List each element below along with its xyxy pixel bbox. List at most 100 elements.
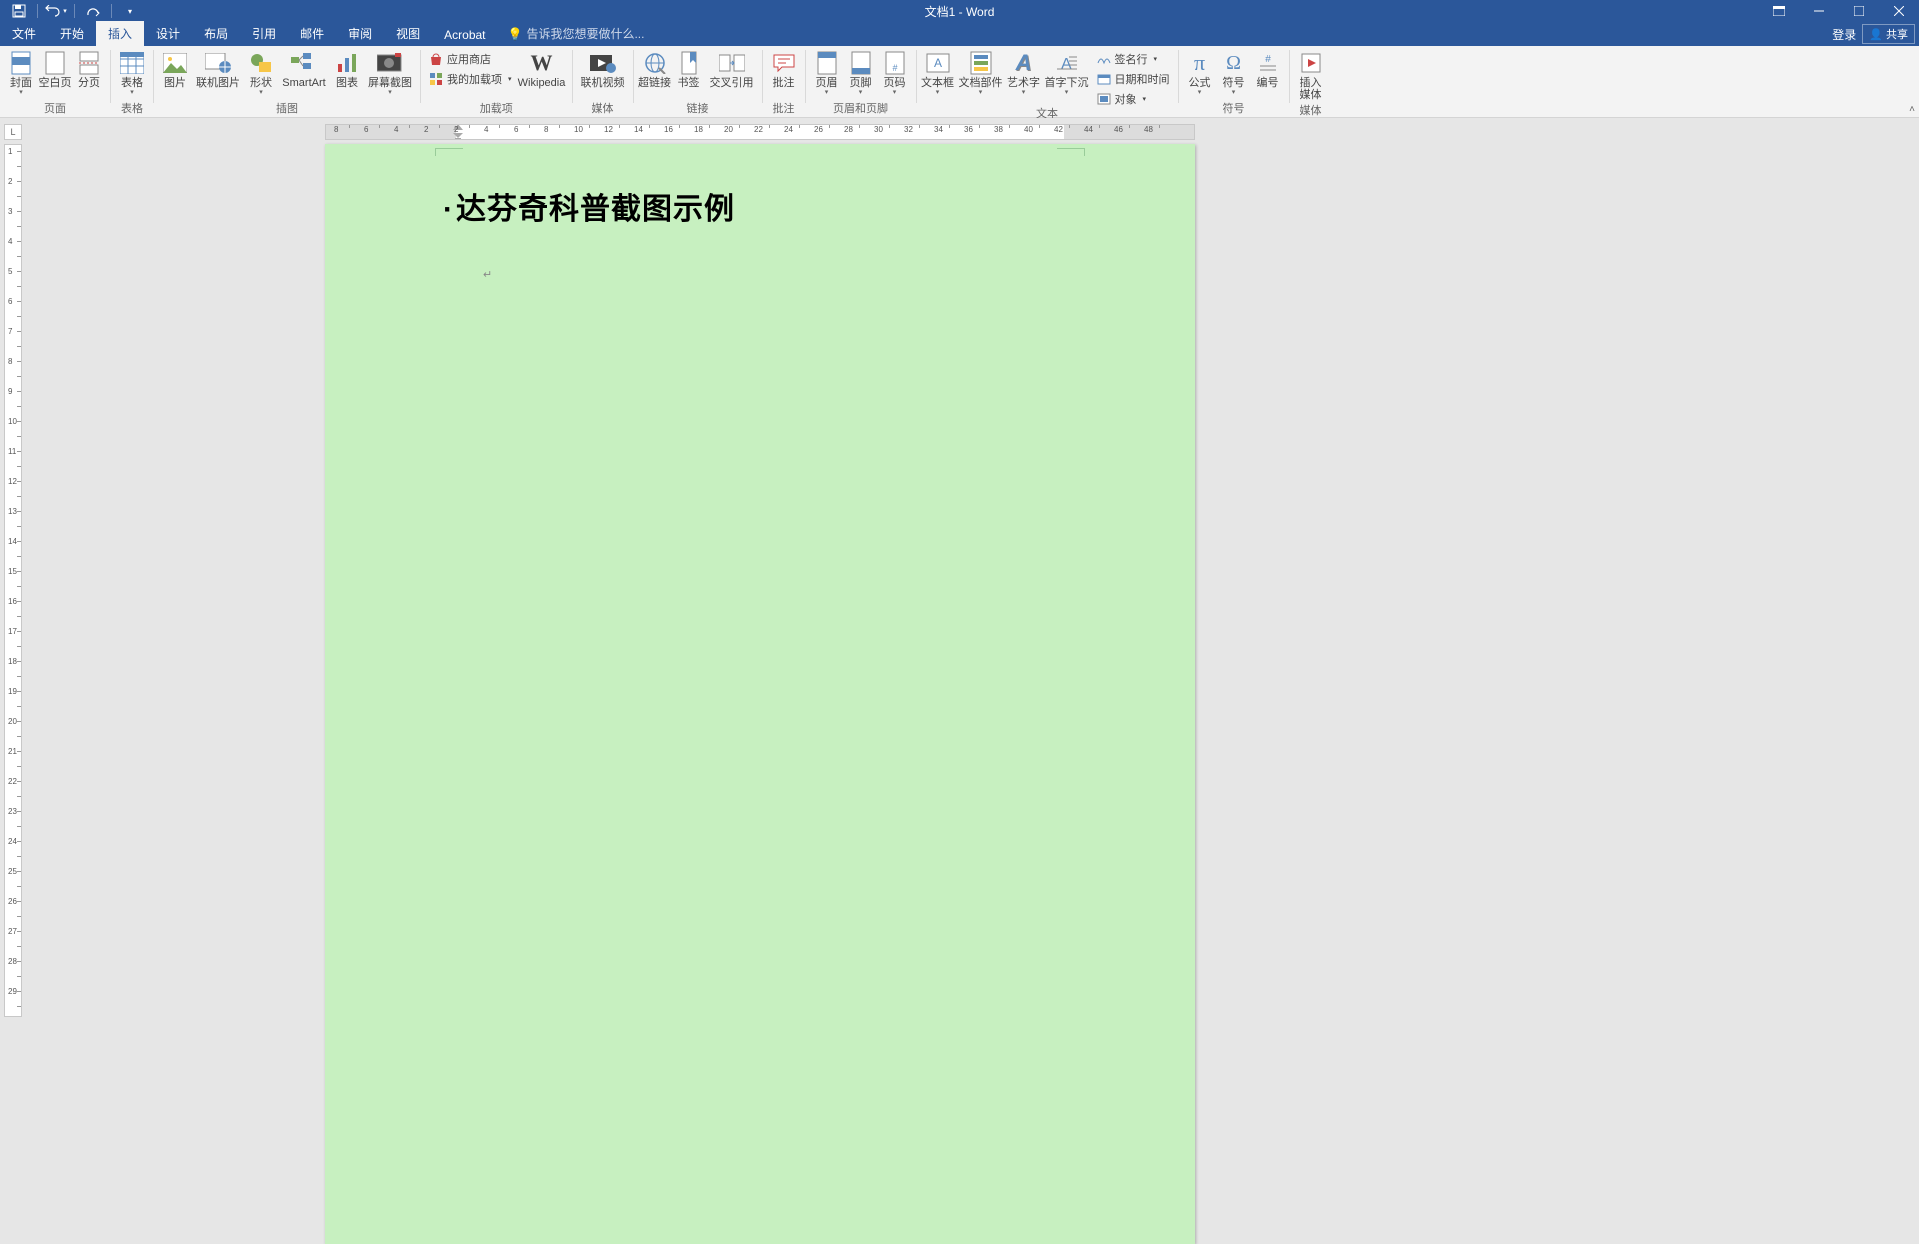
svg-text:#: #: [892, 63, 897, 73]
symbol-button[interactable]: Ω符号▾: [1217, 48, 1251, 96]
textbox-button[interactable]: A文本框▾: [921, 48, 955, 96]
quick-parts-button[interactable]: 文档部件▾: [955, 48, 1007, 96]
crossref-button[interactable]: 交叉引用: [706, 48, 758, 89]
maximize-button[interactable]: [1839, 0, 1879, 22]
dropcap-button[interactable]: A首字下沉▾: [1041, 48, 1093, 96]
margin-guide-top-left: [435, 148, 463, 156]
header-button[interactable]: 页眉▾: [810, 48, 844, 96]
ribbon: 封面▾ 空白页 分页 页面 表格▾ 表格 图片 联机图片 形状▾ SmartAr…: [0, 46, 1919, 118]
workspace: L 86422468101214161820222426283032343638…: [0, 118, 1919, 1017]
share-button[interactable]: 👤 共享: [1862, 24, 1915, 44]
lightbulb-icon: 💡: [508, 27, 523, 41]
addins-icon: [429, 72, 443, 86]
group-label-pages: 页面: [44, 99, 66, 117]
footer-button[interactable]: 页脚▾: [844, 48, 878, 96]
group-pages: 封面▾ 空白页 分页 页面: [0, 46, 110, 117]
tab-引用[interactable]: 引用: [240, 21, 288, 46]
tab-邮件[interactable]: 邮件: [288, 21, 336, 46]
bookmark-button[interactable]: 书签: [672, 48, 706, 89]
minimize-button[interactable]: [1799, 0, 1839, 22]
page-break-button[interactable]: 分页: [72, 48, 106, 89]
tab-设计[interactable]: 设计: [144, 21, 192, 46]
group-addins: 应用商店 我的加载项▾ WWikipedia 加载项: [421, 46, 572, 117]
ribbon-display-options[interactable]: [1759, 0, 1799, 22]
signature-button[interactable]: 签名行▾: [1097, 50, 1170, 68]
page-number-button[interactable]: #页码▾: [878, 48, 912, 96]
datetime-button[interactable]: 日期和时间: [1097, 70, 1170, 88]
group-symbols: π公式▾ Ω符号▾ #编号 符号: [1179, 46, 1289, 117]
margin-guide-top-right: [1057, 148, 1085, 156]
tab-审阅[interactable]: 审阅: [336, 21, 384, 46]
group-label-embed: 媒体: [1300, 101, 1322, 119]
group-comments: 批注 批注: [763, 46, 805, 117]
smartart-button[interactable]: SmartArt: [278, 48, 330, 89]
group-label-hf: 页眉和页脚: [833, 99, 888, 117]
wordart-button[interactable]: A艺术字▾: [1007, 48, 1041, 96]
insert-media-button[interactable]: 插入媒体: [1294, 48, 1328, 101]
group-links: 超链接 书签 交叉引用 链接: [634, 46, 762, 117]
number-button[interactable]: #编号: [1251, 48, 1285, 89]
tab-selector[interactable]: L: [4, 124, 22, 140]
quick-access-toolbar: ▾ ▾: [0, 1, 141, 21]
person-icon: 👤: [1869, 28, 1883, 41]
redo-button[interactable]: [82, 1, 104, 21]
group-tables: 表格▾ 表格: [111, 46, 153, 117]
cover-page-button[interactable]: 封面▾: [4, 48, 38, 96]
group-label-comments: 批注: [773, 99, 795, 117]
group-label-symbols: 符号: [1223, 99, 1245, 117]
group-embed: 插入媒体 媒体: [1290, 46, 1332, 117]
comment-button[interactable]: 批注: [767, 48, 801, 89]
undo-button[interactable]: ▾: [45, 1, 67, 21]
tab-视图[interactable]: 视图: [384, 21, 432, 46]
vertical-ruler[interactable]: 1234567891011121314151617181920212223242…: [4, 144, 22, 1017]
window-title: 文档1 - Word: [925, 3, 995, 20]
svg-text:A: A: [934, 56, 942, 70]
ribbon-tabs: 文件开始插入设计布局引用邮件审阅视图Acrobat 💡 告诉我您想要做什么...…: [0, 22, 1919, 46]
group-media: 联机视频 媒体: [573, 46, 633, 117]
calendar-icon: [1097, 72, 1111, 86]
collapse-ribbon-button[interactable]: ˄: [1909, 104, 1915, 115]
group-label-links: 链接: [687, 99, 709, 117]
tab-Acrobat[interactable]: Acrobat: [432, 24, 497, 46]
blank-page-button[interactable]: 空白页: [38, 48, 72, 89]
tab-插入[interactable]: 插入: [96, 21, 144, 46]
tell-me-search[interactable]: 💡 告诉我您想要做什么...: [498, 21, 655, 46]
my-addins-button[interactable]: 我的加载项▾: [429, 70, 512, 88]
wikipedia-button[interactable]: WWikipedia: [516, 48, 568, 89]
table-button[interactable]: 表格▾: [115, 48, 149, 96]
horizontal-ruler[interactable]: 8642246810121416182022242628303234363840…: [325, 124, 1195, 140]
online-video-button[interactable]: 联机视频: [577, 48, 629, 89]
title-bar: ▾ ▾ 文档1 - Word: [0, 0, 1919, 22]
equation-button[interactable]: π公式▾: [1183, 48, 1217, 96]
document-heading[interactable]: 达芬奇科普截图示例: [443, 184, 1077, 228]
share-label: 共享: [1886, 26, 1908, 42]
svg-text:#: #: [1265, 54, 1271, 65]
document-page[interactable]: 达芬奇科普截图示例 ↵: [325, 144, 1195, 1244]
chart-button[interactable]: 图表: [330, 48, 364, 89]
close-button[interactable]: [1879, 0, 1919, 22]
group-label-addins: 加载项: [480, 99, 513, 117]
online-pictures-button[interactable]: 联机图片: [192, 48, 244, 89]
hyperlink-button[interactable]: 超链接: [638, 48, 672, 89]
store-button[interactable]: 应用商店: [429, 50, 512, 68]
group-label-media: 媒体: [592, 99, 614, 117]
signature-icon: [1097, 52, 1111, 66]
shapes-button[interactable]: 形状▾: [244, 48, 278, 96]
group-header-footer: 页眉▾ 页脚▾ #页码▾ 页眉和页脚: [806, 46, 916, 117]
tab-文件[interactable]: 文件: [0, 21, 48, 46]
group-text: A文本框▾ 文档部件▾ A艺术字▾ A首字下沉▾ 签名行▾ 日期和时间 对象▾ …: [917, 46, 1178, 117]
group-illustrations: 图片 联机图片 形状▾ SmartArt 图表 屏幕截图▾ 插图: [154, 46, 420, 117]
object-button[interactable]: 对象▾: [1097, 90, 1170, 108]
store-icon: [429, 52, 443, 66]
pictures-button[interactable]: 图片: [158, 48, 192, 89]
tab-布局[interactable]: 布局: [192, 21, 240, 46]
screenshot-button[interactable]: 屏幕截图▾: [364, 48, 416, 96]
login-link[interactable]: 登录: [1832, 26, 1856, 43]
save-button[interactable]: [8, 1, 30, 21]
group-label-tables: 表格: [121, 99, 143, 117]
qat-customize[interactable]: ▾: [119, 1, 141, 21]
group-label-illus: 插图: [276, 99, 298, 117]
tell-me-placeholder: 告诉我您想要做什么...: [526, 25, 644, 42]
tab-开始[interactable]: 开始: [48, 21, 96, 46]
paragraph-mark: ↵: [483, 268, 1077, 281]
